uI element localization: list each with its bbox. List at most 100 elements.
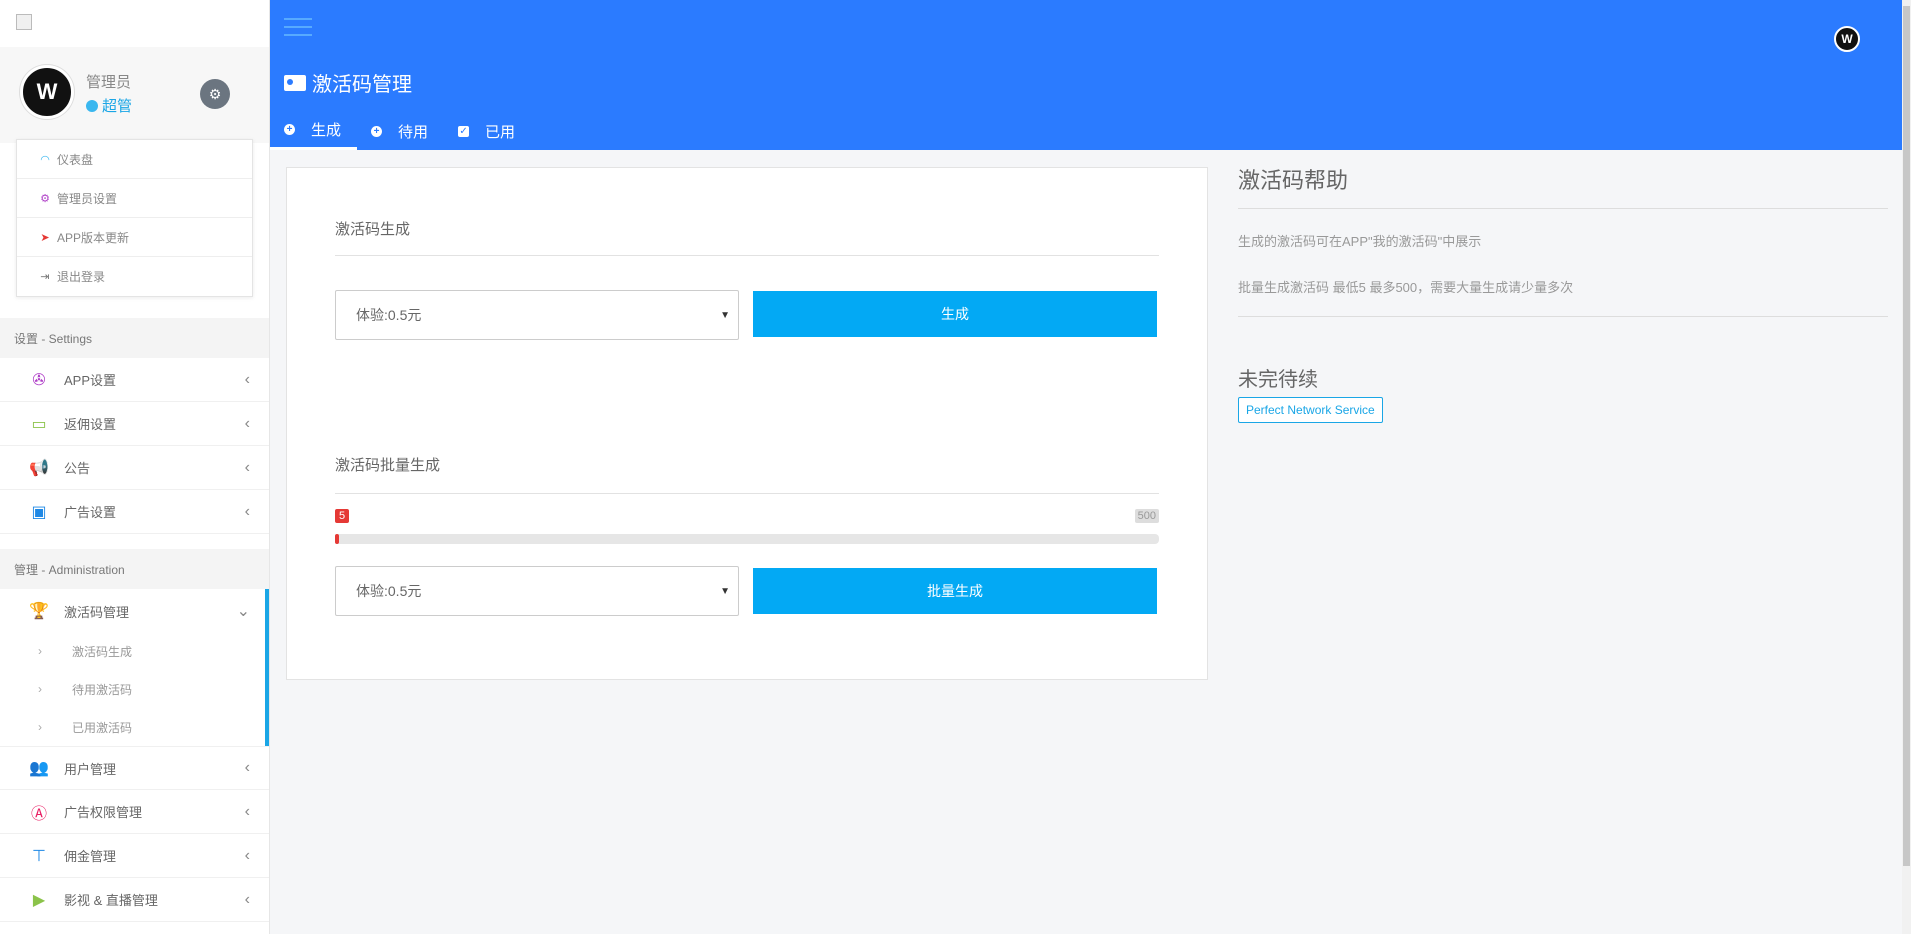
sign-out-icon: ⇥	[40, 271, 50, 283]
sidebar-item-ad-permission[interactable]: Ⓐ 广告权限管理 ‹	[0, 790, 269, 834]
header-avatar[interactable]: W	[1834, 26, 1860, 52]
sidebar-item-app-settings[interactable]: ✇ APP设置 ‹	[0, 358, 269, 402]
avatar[interactable]: W	[20, 65, 74, 119]
tab-bar: + 生成 + 待用 ✓ 已用	[270, 112, 531, 150]
tab-unused[interactable]: + 待用	[357, 112, 444, 150]
bullhorn-icon: 📢	[29, 459, 49, 477]
select-value: 体验:0.5元	[356, 307, 422, 323]
tab-label: 生成	[311, 122, 342, 139]
sidebar-item-activation-code[interactable]: 🏆 激活码管理 ⌄	[0, 589, 269, 633]
sidebar: ⚙ W 管理员 超管 ◠ 仪表盘 ⚙ 管理员设置 ➤ APP版本更新 ⇥ 退出登…	[0, 0, 270, 934]
chevron-right-icon: ›	[38, 682, 42, 696]
check-square-icon: ✓	[458, 125, 470, 137]
caret-down-icon: ▼	[720, 309, 730, 321]
sidebar-item-label: 影视 & 直播管理	[64, 893, 158, 908]
active-indicator	[265, 589, 269, 746]
sidebar-subitem-used[interactable]: › 已用激活码	[0, 708, 266, 746]
slider-handle[interactable]	[335, 534, 339, 544]
paper-plane-icon: ➤	[40, 231, 50, 244]
batch-section-title: 激活码批量生成	[335, 457, 441, 474]
image-icon: ▣	[31, 503, 47, 521]
logo-area	[0, 0, 269, 47]
hamburger-menu-icon[interactable]	[284, 18, 312, 38]
sidebar-item-label: 公告	[64, 461, 91, 476]
sidebar-item-commission[interactable]: ⊤ 佣金管理 ‹	[0, 834, 269, 878]
angular-icon: Ⓐ	[30, 805, 47, 823]
sidebar-subitem-unused[interactable]: › 待用激活码	[0, 670, 266, 708]
chevron-down-icon: ⌄	[236, 603, 250, 620]
sidebar-subitem-label: 激活码生成	[72, 644, 133, 659]
users-icon: 👥	[29, 760, 49, 777]
generate-section-title: 激活码生成	[335, 221, 411, 238]
profile-name: 管理员	[86, 74, 132, 91]
generate-panel: 激活码生成 体验:0.5元 ▼ 生成 激活码批量生成 5 500 体验:0.5元…	[286, 167, 1208, 680]
divider	[1238, 316, 1888, 317]
android-icon: ✇	[32, 371, 46, 389]
user-menu-label: 仪表盘	[57, 152, 94, 167]
gears-icon: ⚙	[40, 192, 50, 205]
perfect-network-tag[interactable]: Perfect Network Service	[1238, 397, 1383, 423]
sidebar-item-media[interactable]: ▶ 影视 & 直播管理 ‹	[0, 878, 269, 922]
play-icon: ▶	[32, 891, 46, 909]
divider	[335, 255, 1159, 256]
slider-min-label: 5	[335, 509, 350, 523]
sidebar-item-label: 佣金管理	[64, 849, 117, 864]
sidebar-item-announcement[interactable]: 📢 公告 ‹	[0, 446, 269, 490]
user-menu-label: APP版本更新	[57, 230, 130, 245]
slider-max-label: 500	[1134, 509, 1159, 523]
chevron-left-icon: ‹	[244, 370, 250, 388]
sidebar-item-label: 用户管理	[64, 761, 117, 777]
chevron-right-icon: ›	[38, 644, 42, 658]
plus-circle-icon: +	[284, 124, 295, 135]
chevron-right-icon: ›	[38, 720, 42, 734]
top-header: W 激活码管理 + 生成 + 待用 ✓ 已用	[270, 0, 1911, 150]
sidebar-item-label: APP设置	[64, 373, 117, 388]
code-type-select[interactable]: 体验:0.5元 ▼	[335, 290, 739, 340]
select-value: 体验:0.5元	[356, 583, 422, 599]
role-label: 超管	[102, 98, 133, 115]
tab-label: 已用	[485, 123, 516, 141]
user-menu-item-app-update[interactable]: ➤ APP版本更新	[17, 218, 252, 257]
sidebar-subitem-generate[interactable]: › 激活码生成	[0, 632, 266, 670]
help-subtitle: 未完待续	[1238, 369, 1318, 391]
page-title: 激活码管理	[284, 68, 412, 97]
sidebar-item-users[interactable]: 👥 用户管理 ‹	[0, 746, 269, 790]
batch-count-slider[interactable]	[335, 534, 1159, 544]
batch-generate-button[interactable]: 批量生成	[753, 568, 1157, 614]
user-menu-label: 管理员设置	[57, 191, 118, 206]
chevron-left-icon: ‹	[244, 759, 250, 776]
dashboard-icon: ◠	[40, 153, 50, 166]
divider	[335, 493, 1159, 494]
trophy-icon: 🏆	[29, 603, 49, 620]
tab-used[interactable]: ✓ 已用	[444, 112, 531, 150]
profile-role: 超管	[86, 95, 132, 116]
sidebar-item-commission-settings[interactable]: ▭ 返佣设置 ‹	[0, 402, 269, 446]
logo-image[interactable]	[16, 14, 32, 30]
gear-icon[interactable]: ⚙	[200, 79, 230, 109]
tab-generate[interactable]: + 生成	[270, 112, 358, 150]
sidebar-item-label: 广告权限管理	[64, 805, 143, 820]
sidebar-item-ad-settings[interactable]: ▣ 广告设置 ‹	[0, 490, 269, 534]
sitemap-icon: ⊤	[32, 847, 46, 865]
help-line-2: 批量生成激活码 最低5 最多500，需要大量生成请少量多次	[1238, 280, 1574, 295]
generate-button[interactable]: 生成	[753, 291, 1157, 337]
sidebar-item-label: 广告设置	[64, 505, 117, 520]
help-section: 激活码帮助 生成的激活码可在APP"我的激活码"中展示 批量生成激活码 最低5 …	[1238, 163, 1888, 423]
profile-card: ⚙ W 管理员 超管	[0, 47, 269, 143]
chevron-left-icon: ‹	[244, 890, 250, 908]
page-scrollbar[interactable]	[1902, 0, 1911, 934]
plus-circle-icon: +	[371, 125, 383, 137]
chevron-left-icon: ‹	[244, 414, 250, 432]
user-menu-item-logout[interactable]: ⇥ 退出登录	[17, 257, 252, 296]
chevron-left-icon: ‹	[244, 502, 250, 520]
sidebar-item-label: 返佣设置	[64, 417, 117, 432]
credit-card-icon: ▭	[31, 415, 47, 433]
settings-section-header: 设置 - Settings	[0, 318, 269, 358]
user-menu-item-dashboard[interactable]: ◠ 仪表盘	[17, 140, 252, 179]
user-menu-item-admin-settings[interactable]: ⚙ 管理员设置	[17, 179, 252, 218]
caret-down-icon: ▼	[720, 585, 730, 597]
scroll-thumb[interactable]	[1903, 6, 1910, 866]
user-menu-label: 退出登录	[57, 270, 106, 284]
batch-code-type-select[interactable]: 体验:0.5元 ▼	[335, 566, 739, 616]
admin-section-header: 管理 - Administration	[0, 549, 269, 589]
